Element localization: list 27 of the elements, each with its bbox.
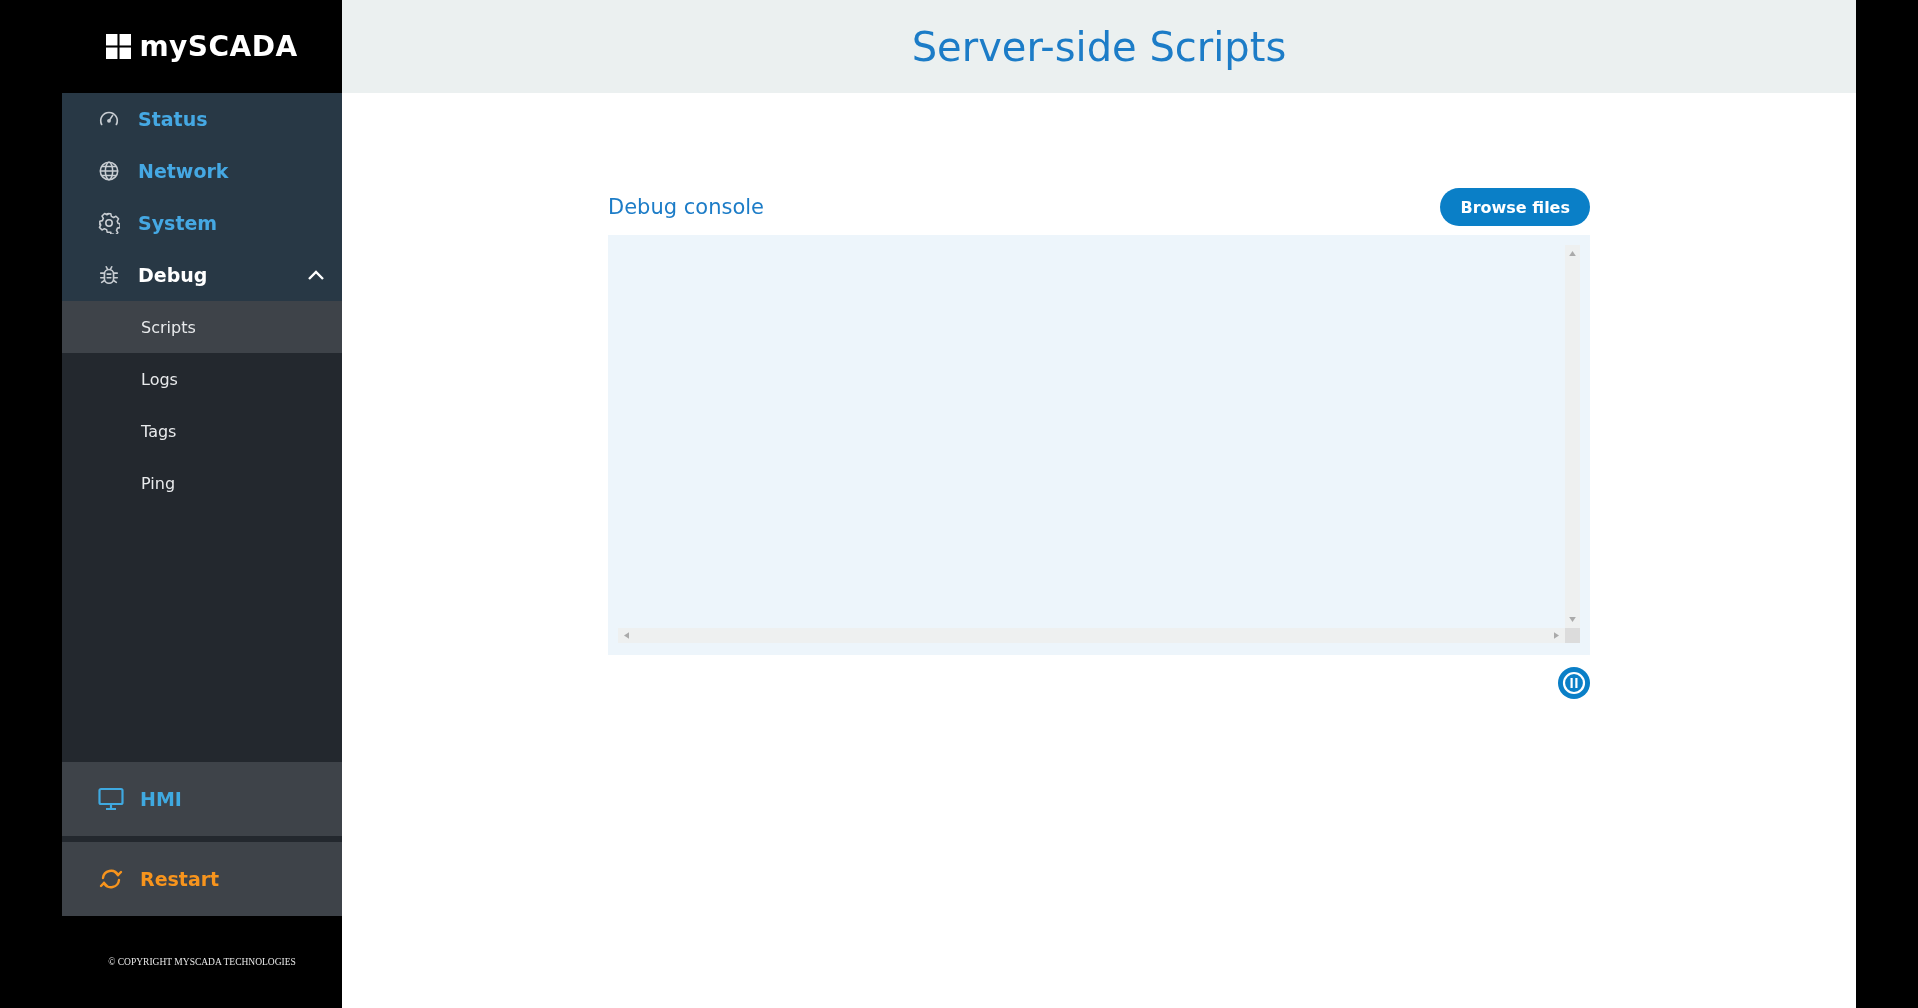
scrollbar-corner [1565,628,1580,643]
section-title: Debug console [608,195,764,219]
copyright-text: © COPYRIGHT MYSCADA TECHNOLOGIES [62,916,342,1008]
vertical-scrollbar[interactable] [1565,245,1580,628]
pause-button[interactable] [1558,667,1590,699]
horizontal-scrollbar[interactable] [618,628,1565,643]
browse-files-button[interactable]: Browse files [1440,188,1590,226]
nav-item[interactable]: Network [62,145,342,197]
nav-item[interactable]: Status [62,93,342,145]
nav-item[interactable]: System [62,197,342,249]
scroll-up-icon [1569,251,1576,256]
scroll-left-icon [624,632,629,639]
globe-icon [98,160,120,182]
submenu-item[interactable]: Tags [62,405,342,457]
settings-icon [98,212,120,234]
submenu-item[interactable]: Logs [62,353,342,405]
sidebar-button[interactable]: Restart [62,842,342,916]
submenu-item[interactable]: Scripts [62,301,342,353]
scroll-down-icon [1569,617,1576,622]
nav-item[interactable]: Debug [62,249,342,301]
logo-squares-icon [106,34,132,59]
page-title: Server-side Scripts [911,23,1287,70]
scroll-right-icon [1554,632,1559,639]
sidebar-button[interactable]: HMI [62,762,342,836]
submenu-item[interactable]: Ping [62,457,342,509]
bug-icon [98,264,120,286]
logo-text: mySCADA [139,30,298,63]
